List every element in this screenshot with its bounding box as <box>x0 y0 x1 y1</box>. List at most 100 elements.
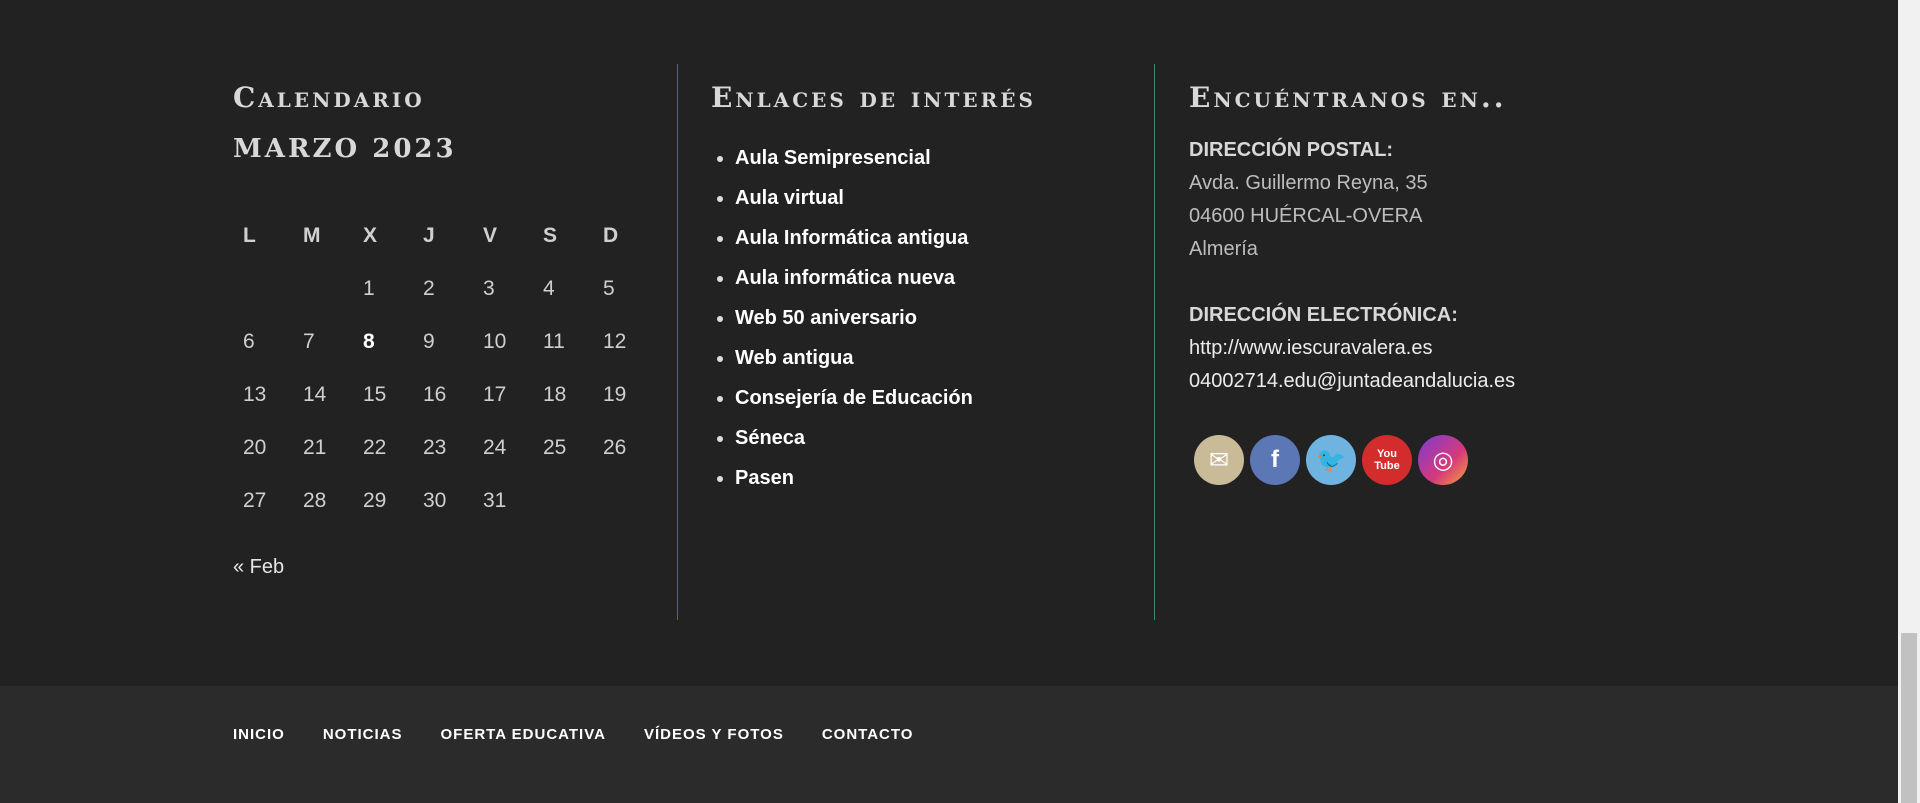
calendar-day: 11 <box>543 329 565 353</box>
link-aula-informatica-antigua[interactable]: Aula Informática antigua <box>735 227 968 249</box>
postal-address-label: DIRECCIÓN POSTAL: <box>1189 139 1394 161</box>
links-title: Enlaces de interés <box>711 81 1036 114</box>
email-icon[interactable]: ✉ <box>1194 435 1244 485</box>
nav-videos-fotos[interactable]: VÍDEOS Y FOTOS <box>644 726 784 743</box>
calendar-day: 18 <box>543 382 567 406</box>
calendar-day: 3 <box>483 276 495 300</box>
calendar-day: 14 <box>303 382 327 406</box>
calendar-day <box>533 474 593 527</box>
calendar-day: 13 <box>243 382 267 406</box>
calendar-day: 9 <box>423 329 435 353</box>
weekday-header: M <box>303 223 321 247</box>
youtube-icon-text: You <box>1377 448 1397 460</box>
email-link[interactable]: 04002714.edu@juntadeandalucia.es <box>1189 365 1515 398</box>
weekday-header: J <box>423 223 435 247</box>
calendar-day: 4 <box>543 276 555 300</box>
calendar-day: 19 <box>603 382 627 406</box>
contact-info: DIRECCIÓN POSTAL: Avda. Guillermo Reyna,… <box>1189 134 1515 398</box>
weekday-header: V <box>483 223 498 247</box>
calendar-day: 17 <box>483 382 507 406</box>
link-pasen[interactable]: Pasen <box>735 467 794 489</box>
calendar-day: 2 <box>423 276 435 300</box>
scrollbar-thumb[interactable] <box>1901 633 1917 803</box>
list-item: Web 50 aniversario <box>735 298 973 338</box>
calendar-day: 1 <box>363 276 375 300</box>
calendar-week-row: 13 14 15 16 17 18 19 <box>233 368 653 421</box>
links-list: Aula Semipresencial Aula virtual Aula In… <box>711 138 973 498</box>
calendar-day: 23 <box>423 435 447 459</box>
link-aula-informatica-nueva[interactable]: Aula informática nueva <box>735 267 955 289</box>
calendar-day: 10 <box>483 329 507 353</box>
list-item: Web antigua <box>735 338 973 378</box>
calendar-day: 20 <box>243 435 267 459</box>
youtube-icon[interactable]: You Tube <box>1362 435 1412 485</box>
nav-inicio[interactable]: INICIO <box>233 726 285 743</box>
calendar-month-caption: MARZO 2023 <box>233 134 457 164</box>
nav-oferta-educativa[interactable]: OFERTA EDUCATIVA <box>441 726 606 743</box>
weekday-header: L <box>243 223 256 247</box>
link-web-50-aniversario[interactable]: Web 50 aniversario <box>735 307 917 329</box>
calendar-week-row: 27 28 29 30 31 <box>233 474 653 527</box>
nav-noticias[interactable]: NOTICIAS <box>323 726 403 743</box>
calendar-day <box>593 474 653 527</box>
calendar-day: 7 <box>303 329 315 353</box>
calendar-day: 28 <box>303 488 327 512</box>
youtube-icon-text: Tube <box>1374 460 1400 472</box>
calendar-day: 26 <box>603 435 627 459</box>
twitter-icon[interactable]: 🐦 <box>1306 435 1356 485</box>
calendar-title: Calendario <box>233 81 425 114</box>
footer-widgets: Calendario MARZO 2023 L M X J V S D 1 2 … <box>0 0 1898 686</box>
calendar-day: 30 <box>423 488 447 512</box>
calendar-day <box>233 262 293 315</box>
facebook-icon[interactable]: f <box>1250 435 1300 485</box>
calendar-week-row: 1 2 3 4 5 <box>233 262 653 315</box>
calendar-day <box>293 262 353 315</box>
weekday-header: D <box>603 223 619 247</box>
calendar-day: 22 <box>363 435 387 459</box>
calendar-day-today: 8 <box>363 329 375 353</box>
links-widget: Enlaces de interés Aula Semipresencial A… <box>677 64 1155 620</box>
list-item: Aula Semipresencial <box>735 138 973 178</box>
contact-widget: Encuéntranos en.. DIRECCIÓN POSTAL: Avda… <box>1154 64 1655 620</box>
list-item: Séneca <box>735 418 973 458</box>
calendar-day: 25 <box>543 435 567 459</box>
vertical-scrollbar[interactable] <box>1898 0 1920 803</box>
footer-bottom-bar: INICIO NOTICIAS OFERTA EDUCATIVA VÍDEOS … <box>0 686 1898 803</box>
address-line: Almería <box>1189 238 1258 260</box>
link-aula-virtual[interactable]: Aula virtual <box>735 187 844 209</box>
calendar-week-row: 20 21 22 23 24 25 26 <box>233 421 653 474</box>
link-web-antigua[interactable]: Web antigua <box>735 347 854 369</box>
link-aula-semipresencial[interactable]: Aula Semipresencial <box>735 147 931 169</box>
list-item: Aula Informática antigua <box>735 218 973 258</box>
calendar-widget: Calendario MARZO 2023 L M X J V S D 1 2 … <box>233 64 653 620</box>
calendar-day: 12 <box>603 329 627 353</box>
calendar-day: 24 <box>483 435 507 459</box>
nav-contacto[interactable]: CONTACTO <box>822 726 914 743</box>
social-icons: ✉ f 🐦 You Tube ◎ <box>1194 435 1468 485</box>
address-line: 04600 HUÉRCAL-OVERA <box>1189 205 1423 227</box>
website-link[interactable]: http://www.iescuravalera.es <box>1189 332 1515 365</box>
instagram-icon[interactable]: ◎ <box>1418 435 1468 485</box>
calendar-day: 21 <box>303 435 327 459</box>
calendar-day: 29 <box>363 488 387 512</box>
calendar-day: 31 <box>483 488 507 512</box>
calendar-day: 16 <box>423 382 447 406</box>
weekday-header: X <box>363 223 378 247</box>
calendar-table: L M X J V S D 1 2 3 4 5 6 7 8 9 10 11 12… <box>233 209 653 527</box>
list-item: Pasen <box>735 458 973 498</box>
footer-nav: INICIO NOTICIAS OFERTA EDUCATIVA VÍDEOS … <box>233 726 951 743</box>
calendar-week-row: 6 7 8 9 10 11 12 <box>233 315 653 368</box>
address-line: Avda. Guillermo Reyna, 35 <box>1189 172 1428 194</box>
email-address-label: DIRECCIÓN ELECTRÓNICA: <box>1189 304 1458 326</box>
calendar-prev-month-link[interactable]: « Feb <box>233 556 284 579</box>
calendar-day: 15 <box>363 382 387 406</box>
calendar-day: 27 <box>243 488 267 512</box>
link-consejeria-educacion[interactable]: Consejería de Educación <box>735 387 973 409</box>
link-seneca[interactable]: Séneca <box>735 427 805 449</box>
calendar-weekday-row: L M X J V S D <box>233 209 653 262</box>
list-item: Aula informática nueva <box>735 258 973 298</box>
list-item: Consejería de Educación <box>735 378 973 418</box>
calendar-day: 5 <box>603 276 615 300</box>
calendar-day: 6 <box>243 329 255 353</box>
